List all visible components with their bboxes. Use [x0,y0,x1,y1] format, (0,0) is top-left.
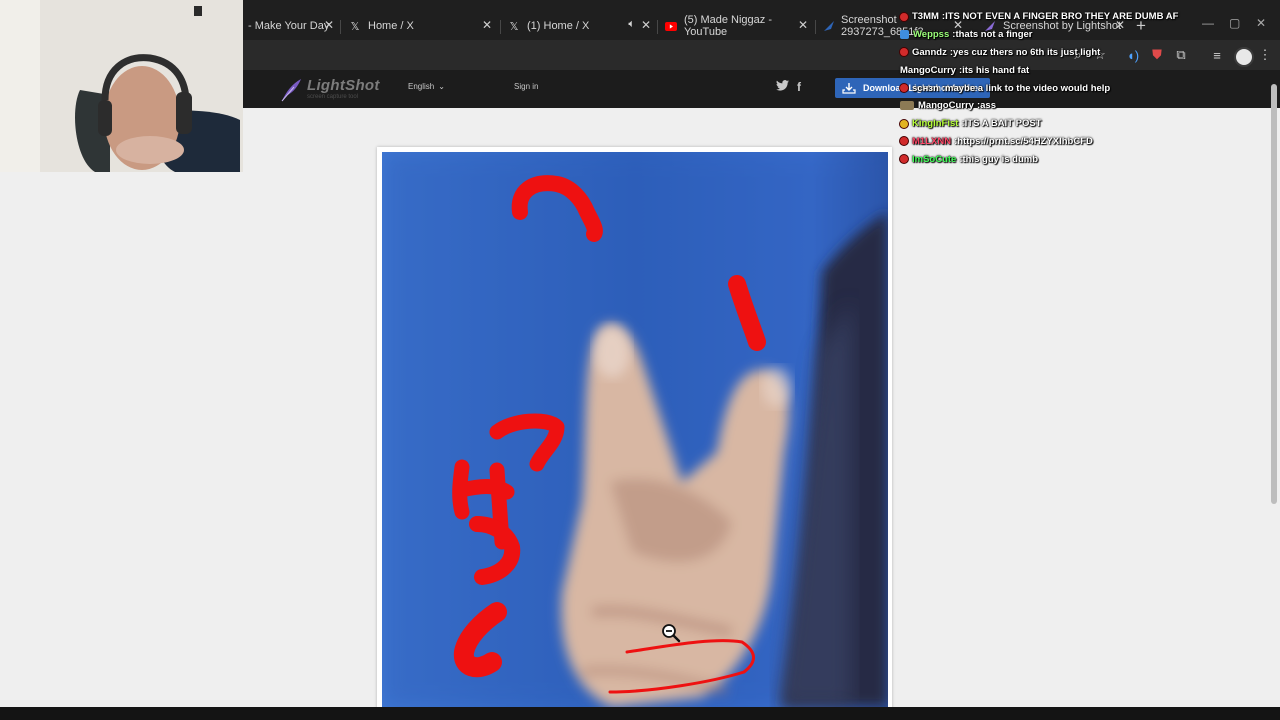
language-selector[interactable]: English ⌄ [408,82,445,91]
chat-username: KingInFist [912,118,959,130]
emote-icon [900,101,914,111]
chat-message: Ganndz: yes cuz thers no 6th its just li… [900,44,1200,62]
chat-message: M1LXNN: https://prnt.sc/54HZYXIhbCFD [900,133,1200,151]
close-tab-icon[interactable]: ✕ [324,18,334,32]
minimize-icon[interactable]: — [1202,16,1214,30]
twitter-icon[interactable] [776,80,789,94]
gold-badge-icon [900,119,908,128]
chat-message: MangoCurry: ass [900,97,1200,115]
sign-in-link[interactable]: Sign in [514,82,538,91]
chat-username: ImSoCute [912,153,957,165]
language-label: English [408,82,435,91]
zoom-out-cursor-icon [662,624,681,643]
chat-text: thats not a finger [955,29,1033,41]
close-window-icon[interactable]: ✕ [1256,16,1266,30]
blue-badge-icon [900,30,909,40]
tab-make-your-day[interactable]: - Make Your Day ✕ [248,14,334,38]
close-tab-icon[interactable]: ✕ [798,18,808,32]
tab-title: (1) Home / X [527,20,590,32]
chat-message: T3MM: ITS NOT EVEN A FINGER BRO THEY ARE… [900,8,1200,26]
lightshot-favicon [823,19,835,33]
red-badge-icon [900,48,908,57]
tab-separator [657,20,658,34]
hand-photo [382,152,888,707]
chat-text: its his hand fat [962,64,1030,76]
maximize-icon[interactable]: ▢ [1229,16,1240,30]
red-badge-icon [900,137,908,146]
tab-separator [500,20,501,34]
red-badge-icon [900,84,908,93]
chat-message: KingInFist: ITS A BAIT POST [900,115,1200,133]
tab-home-x-notifications[interactable]: 𝕏 (1) Home / X 🔈︎ ✕ [507,14,651,38]
page-scrollbar[interactable] [1271,84,1277,504]
chat-text: maybe a link to the video would help [945,82,1111,94]
logo-name: LightShot [307,77,380,94]
lightshot-logo[interactable]: LightShot screen capture tool [280,76,379,104]
bottom-bar [0,707,1280,720]
chat-message: Weppss: thats not a finger [900,26,1200,44]
close-tab-icon[interactable]: ✕ [641,18,651,32]
chat-username: MangoCurry [918,100,974,112]
red-badge-icon [900,12,908,21]
stream-chat-overlay: T3MM: ITS NOT EVEN A FINGER BRO THEY ARE… [900,8,1200,168]
tab-title: - Make Your Day [248,20,330,32]
tab-separator [340,20,341,34]
feather-icon [281,79,301,102]
chat-text: ITS NOT EVEN A FINGER BRO THEY ARE DUMB … [945,11,1179,23]
screenshot-image[interactable] [382,152,888,707]
chat-text: this guy is dumb [962,153,1038,165]
chat-username: Weppss [913,29,950,41]
webcam-overlay [0,0,243,172]
red-badge-icon [900,155,908,164]
chat-message: MangoCurry: its his hand fat [900,61,1200,79]
tab-home-x[interactable]: 𝕏 Home / X ✕ [348,14,492,38]
chat-message: sснзn: maybe a link to the video would h… [900,79,1200,97]
browser-menu-icon[interactable]: ⋮ [1256,46,1274,64]
media-control-icon[interactable]: ≡ [1208,46,1226,64]
logo-tagline: screen capture tool [307,94,359,100]
chat-text: ass [980,100,996,112]
tab-title: Home / X [368,20,414,32]
chat-username: sснзn [912,82,939,94]
chat-username: MangoCurry [900,64,956,76]
chat-text: ITS A BAIT POST [964,118,1042,130]
streamer-webcam-image [0,0,243,172]
chat-username: T3MM [912,11,939,23]
tab-title: (5) Made Niggaz - YouTube [683,14,772,38]
facebook-icon[interactable]: f [797,80,801,94]
profile-avatar[interactable] [1234,47,1254,67]
chat-message: ImSoCute: this guy is dumb [900,150,1200,168]
x-logo-icon: 𝕏 [350,20,360,33]
chat-username: M1LXNN [912,135,952,147]
speaker-icon[interactable]: 🔈︎ [628,18,635,31]
chat-username: Ganndz [912,46,947,58]
x-logo-icon: 𝕏 [509,20,519,33]
tab-separator [815,20,816,34]
chat-text: yes cuz thers no 6th its just light [953,46,1101,58]
chevron-down-icon: ⌄ [438,82,445,91]
tab-youtube[interactable]: (5) Made Niggaz - YouTube ✕ [665,14,808,38]
youtube-icon [665,19,678,33]
download-icon [841,80,857,96]
chat-text: https://prnt.sc/54HZYXIhbCFD [957,135,1093,147]
close-tab-icon[interactable]: ✕ [482,18,492,32]
